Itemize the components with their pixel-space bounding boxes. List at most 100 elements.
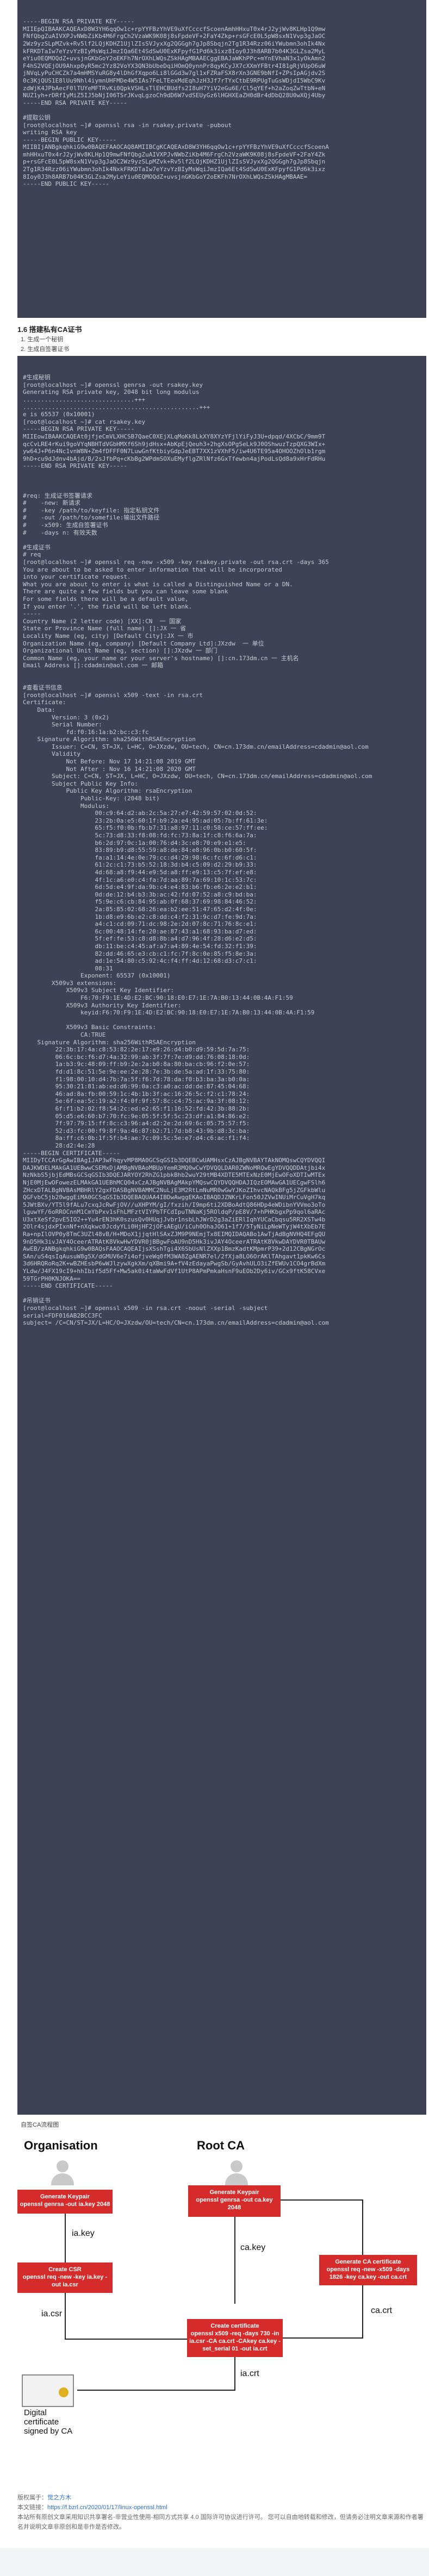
code-line: Data: (23, 706, 55, 713)
code-line: 5f:ef:fe:53:c8:d8:8b:a4:d7:96:4f:28:d6:e… (23, 935, 257, 943)
code-line: Subject Public Key Info: (23, 780, 138, 787)
code-line: Signature Algorithm: sha256WithRSAEncryp… (23, 1038, 196, 1046)
code-line: Issuer: C=CN, ST=JX, L=HC, O=JXzdw, OU=t… (23, 743, 369, 750)
code-line: subject= /C=CN/ST=JX/L=HC/O=JXzdw/OU=tec… (23, 1319, 329, 1327)
code-line: Validity (23, 750, 80, 758)
code-block-ca: #生成秘钥 [root@localhost ~]# openssl genrsa … (17, 356, 426, 2115)
code-line: into your certificate request. (23, 573, 131, 581)
code-line: YLdw/J4FX19cI9+hhIbif5d5Ff+Mw5ak0i4taWwF… (23, 1268, 326, 1275)
code-line: X509v3 Basic Constraints: (23, 1024, 157, 1031)
code-line: 2a:85:85:02:68:26:ea:b2:ee:51:47:65:d2:4… (23, 905, 257, 913)
code-line: #req: 生成证书签署请求 (23, 492, 92, 499)
code-line: fa:a1:14:4e:0e:79:cc:d4:29:98:6c:fc:6f:d… (23, 854, 257, 861)
code-line: Common Name (eg, your name or your serve… (23, 654, 299, 662)
code-line: What you are about to enter is what is c… (23, 580, 293, 588)
ca-key-label: ca.key (240, 2243, 266, 2252)
code-line: #查看证书信息 (23, 684, 63, 692)
article-meta: 版权属于：觉之方木 本文链接：https://f.bzrl.cn/2020/01… (17, 2493, 426, 2532)
code-line: Certificate: (23, 699, 66, 706)
article-link[interactable]: https://f.bzrl.cn/2020/01/17/linux-opens… (47, 2504, 167, 2511)
code-line: 83:89:b9:d8:55:59:a8:de:84:e8:96:0b:b0:6… (23, 847, 257, 854)
code-line: [root@localhost ~]# openssl req -new -x5… (23, 559, 329, 566)
code-line: # req (23, 551, 41, 559)
code-line: Serial Number: (23, 721, 102, 729)
code-line: 2Wz9yzSLpMZvk+Rv5lf2LQjKDHZ1UjlZIsSVJyxX… (23, 40, 326, 47)
code-line: -----BEGIN RSA PRIVATE KEY----- (23, 425, 135, 433)
certificate-seal-icon (59, 2387, 69, 2397)
code-line: Organizational Unit Name (eg, section) [… (23, 647, 217, 655)
code-line: Not After : Nov 16 14:21:08 2020 GMT (23, 765, 196, 773)
code-line: 5c:73:d8:33:f8:08:fd:fc:73:8a:1f:c8:f6:6… (23, 832, 257, 839)
connector (362, 2199, 363, 2255)
code-line: kFRKDTaIw7eYzvYzBIyMsWqiJmzIQa6Et4SdSwU0… (23, 47, 326, 55)
author-line: 版权属于：觉之方木 (17, 2494, 71, 2501)
certificate-icon (22, 2374, 74, 2407)
code-line: Email Address []:cdadmin@aol.com 一 邮箱 (23, 662, 164, 669)
code-line: f1:98:00:10:d4:7b:7a:5f:f6:7d:78:da:f0:b… (23, 1075, 250, 1083)
code-line: Signature Algorithm: sha256WithRSAEncryp… (23, 736, 196, 743)
code-line: b6:2d:97:0c:1a:00:76:d4:3c:e8:70:e9:e1:e… (23, 839, 246, 847)
code-line: mhHHxuT0x4rJ2yjWv8KLHp1Q9mwFNfQbgZuAIVXP… (23, 151, 326, 158)
code-line: MIIEpQIBAAKCAQEAxD8W3YH6qqOw1c+rpYYFBzYh… (23, 25, 326, 33)
code-line: X509v3 Subject Key Identifier: (23, 987, 175, 994)
ca-crt-label: ca.crt (371, 2306, 393, 2315)
code-lines: #生成秘钥 [root@localhost ~]# openssl genrsa … (23, 374, 421, 1327)
code-line: MIIBIjANBgkqhkiG9w0BAQEFAAOCAQ8AMIIBCgKC… (23, 143, 329, 151)
code-line: 05:d5:e6:60:b7:70:fc:9e:05:5f:5f:5c:23:d… (23, 1112, 250, 1120)
author-link[interactable]: 觉之方木 (47, 2494, 71, 2501)
link-line: 本文链接：https://f.bzrl.cn/2020/01/17/linux-… (17, 2504, 167, 2511)
code-line: NjE0MjEwOFowezELMAkGA1UEBhMCQ04xCzAJBgNV… (23, 1179, 326, 1186)
gen-ca-cert-box: Generate CA certificate openssl req -new… (319, 2255, 417, 2285)
code-line: Subject: C=CN, ST=JX, L=HC, O=JXzdw, OU=… (23, 773, 372, 780)
org-label: Organisation (24, 2139, 98, 2152)
code-line: 46:ad:8a:fb:00:59:1c:4b:1b:3f:ac:16:26:5… (23, 1090, 250, 1098)
code-line: [root@localhost ~]# cat rsakey.key (23, 418, 146, 425)
page: -----BEGIN RSA PRIVATE KEY----- MIIEpQIBA… (0, 0, 429, 2576)
code-line: 8a:ff:c6:0b:1f:5f:b4:ae:7c:09:5c:5e:e7:d… (23, 1135, 250, 1142)
code-line: fd:f0:16:1a:b2:bc:c3:fc (23, 728, 149, 736)
connector (77, 2390, 235, 2391)
code-line: State or Province Name (full name) []:JX… (23, 625, 186, 632)
code-line: [root@localhost ~]# openssl genrsa -out … (23, 381, 203, 388)
code-line: 5e:6f:ea:5c:19:a2:f4:0f:9f:57:8c:c4:75:a… (23, 1098, 250, 1105)
code-line: 5JWtBXv/YT5l9fALu7cxqJcRwFjOV//uXHPYM/gI… (23, 1201, 326, 1208)
code-line: 2Tg1R34Rzz06iYWubmn3ohIk4NxkFRKDTaIw7eYz… (23, 166, 326, 173)
code-line: NUZ1yh+rDRfIyMiZ5IJ5bNjI06TSrJKvqLgzoCh9… (23, 92, 326, 99)
code-line: 00:c9:64:d2:ab:2c:5a:27:e7:42:59:57:02:0… (23, 810, 257, 817)
code-line: 65:f5:f0:0b:fb:b7:31:a8:97:11:c0:58:ce:5… (23, 824, 268, 832)
ca-label: Root CA (197, 2139, 245, 2152)
code-line: If you enter '.', the field will be left… (23, 603, 192, 610)
code-line: 59TGrPH0KNJOKA== (23, 1275, 80, 1282)
code-line: SAn/uS4qsIqAusuW8g5X/dGMUV6e7i4ofjveWq0f… (23, 1252, 326, 1260)
ia-crt-label: ia.crt (240, 2369, 259, 2378)
list-item: 2. 生成自签署证书 (21, 346, 70, 353)
ia-key-label: ia.key (72, 2229, 95, 2238)
code-line: #提取公钥 (23, 114, 51, 121)
code-line: MIIEowIBAAKCAQEAt0jfjeCmVLXHCSB7QaeC0XEj… (23, 433, 326, 440)
code-line: F6:70:F9:1E:4D:E2:BC:90:18:E0:E7:1E:7A:B… (23, 994, 293, 1002)
ca-icon (231, 2160, 243, 2172)
code-line: 95:30:21:81:ab:ed:d6:99:0a:c3:a0:ac:dd:d… (23, 1083, 250, 1090)
code-line: yw64J+P6n4Nc1vnW8N+Zm4fDFFF0N7LuwGnfKtbi… (23, 448, 326, 455)
code-line: qcCvLRE4rKui9goVYqNBHTdVGbHMXf6Sh9jdHsx+… (23, 440, 326, 448)
create-cert-box: Create certificate openssl x509 -req -da… (187, 2319, 283, 2357)
code-line: FNfQbgZuAIVXPJvNWbZiKb4M6FrgCh2VzaWK9K08… (23, 33, 326, 40)
code-line: AwEB/zANBgkqhkiG9w0BAQsFAAOCAQEAIjsXSshT… (23, 1245, 326, 1253)
code-lines: -----BEGIN RSA PRIVATE KEY----- MIIEpQIBA… (23, 18, 421, 188)
code-line: 08:31 (23, 964, 113, 972)
code-line: # -x509: 生成自签署证书 (23, 522, 108, 529)
code-line: zdWjK4JPbAecF0lTUYeMFTRvKi0QpkVSHLsTlEHC… (23, 84, 326, 92)
code-line: 4d:68:a8:f9:44:e9:5d:a8:ff:e9:13:c5:7f:e… (23, 868, 257, 876)
code-line: a4:c1:cd:09:71:dc:98:2e:2d:07:8c:71:76:8… (23, 920, 257, 928)
code-line: 0c3KjQUS1E8lUu9Nhl4iymnUHFMDe4W5IAs7FeLT… (23, 77, 326, 84)
code-line: -----END PUBLIC KEY----- (23, 180, 109, 188)
code-line: 06:6c:bc:f6:d7:4a:32:99:ab:3f:7f:7e:d9:d… (23, 1053, 250, 1061)
diagram-caption-item: 自签CA流程图 (21, 2120, 59, 2130)
license-notice: 本站所有原创文章采用知识共享署名-非营业性使用-相同方式共享 4.0 国际许可协… (17, 2514, 424, 2530)
code-line: ZHcxDTALBgNVBAsMBHRlY2gxFDASBgNVBAMMC2Nu… (23, 1186, 326, 1194)
code-line: U3xtXeSf2pvE5IO2++Yu4rEN3hK0szusQv0HUqjJ… (23, 1215, 326, 1223)
